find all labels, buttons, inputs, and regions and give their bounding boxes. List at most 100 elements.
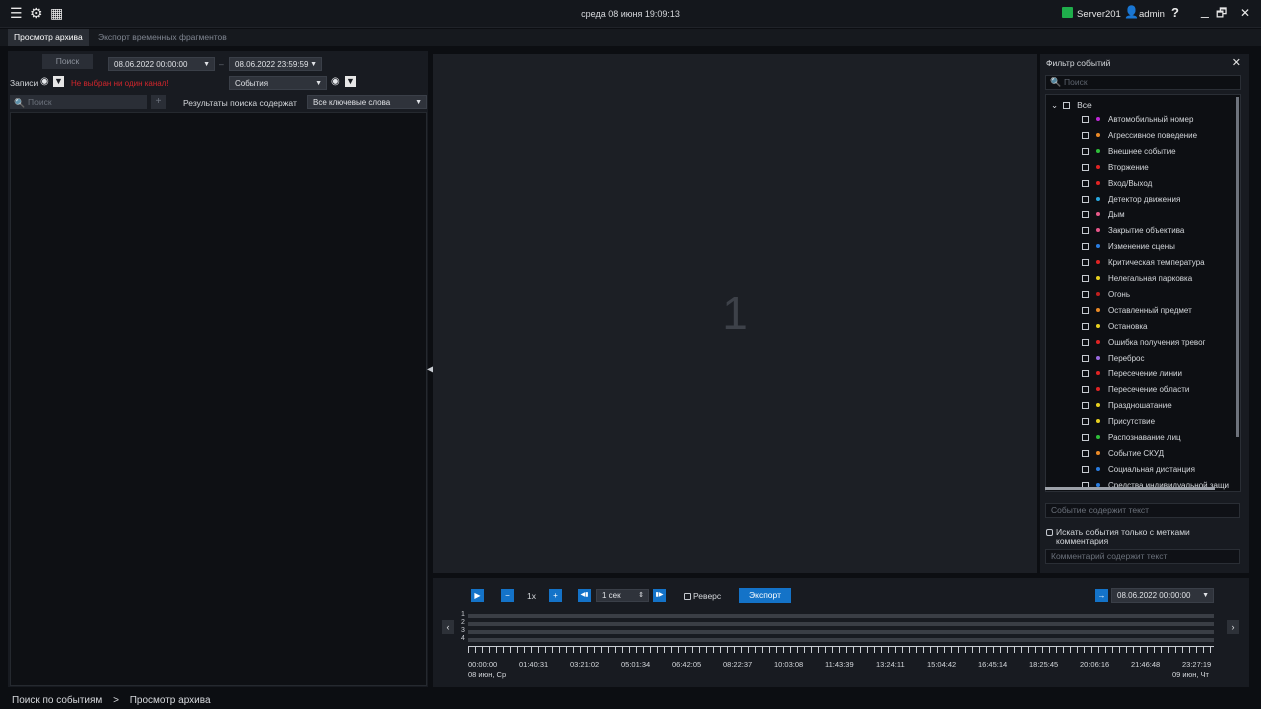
- checkbox-icon[interactable]: [1082, 402, 1089, 410]
- goto-time-button[interactable]: →: [1095, 589, 1108, 602]
- checkbox-icon[interactable]: [1082, 275, 1089, 282]
- filter-icon[interactable]: ▼: [345, 76, 356, 87]
- comment-only-checkbox[interactable]: Искать события только с метками коммента…: [1046, 528, 1226, 546]
- event-type-item[interactable]: Остановка: [1082, 322, 1148, 334]
- event-type-item[interactable]: Автомобильный номер: [1082, 115, 1193, 127]
- checkbox-icon[interactable]: [1082, 434, 1089, 441]
- event-type-item[interactable]: Вторжение: [1082, 163, 1149, 175]
- checkbox-icon[interactable]: [1082, 449, 1089, 457]
- event-type-item[interactable]: Ошибка получения тревог: [1082, 338, 1205, 350]
- tree-hscrollbar[interactable]: [1045, 487, 1215, 490]
- filter-icon[interactable]: ▼: [53, 76, 64, 87]
- timeline-track[interactable]: [468, 630, 1214, 634]
- timeline-track[interactable]: [468, 638, 1214, 642]
- event-type-item[interactable]: Критическая температура: [1082, 258, 1205, 270]
- goto-date-select[interactable]: 08.06.2022 00:00:00 ▼: [1111, 588, 1214, 603]
- user-name[interactable]: admin: [1139, 9, 1165, 20]
- checkbox-icon[interactable]: [1082, 116, 1089, 123]
- video-cell[interactable]: 1: [433, 54, 1037, 573]
- event-type-item[interactable]: Вход/Выход: [1082, 179, 1152, 191]
- event-type-item[interactable]: Огонь: [1082, 290, 1130, 302]
- step-select[interactable]: 1 сек ⇕: [596, 589, 649, 602]
- date-to-select[interactable]: 08.06.2022 23:59:59 ▼: [229, 57, 322, 71]
- event-type-item[interactable]: Социальная дистанция: [1082, 465, 1195, 477]
- event-type-item[interactable]: Изменение сцены: [1082, 242, 1175, 254]
- breadcrumb-root[interactable]: Поиск по событиям: [12, 695, 102, 706]
- speed-decrease-button[interactable]: −: [501, 589, 514, 602]
- event-type-item[interactable]: Пересечение области: [1082, 385, 1189, 397]
- event-type-item[interactable]: Пересечение линии: [1082, 369, 1182, 381]
- search-button[interactable]: Поиск: [42, 54, 93, 69]
- close-icon[interactable]: ✕: [1240, 6, 1250, 20]
- server-name[interactable]: Server201: [1077, 9, 1121, 20]
- checkbox-icon[interactable]: [1082, 195, 1089, 203]
- minimize-icon[interactable]: _: [1201, 3, 1209, 17]
- checkbox-icon[interactable]: [1082, 147, 1089, 155]
- event-type-item[interactable]: Переброс: [1082, 354, 1145, 366]
- checkbox-icon[interactable]: [1082, 259, 1089, 267]
- event-type-item[interactable]: Дым: [1082, 210, 1125, 222]
- event-type-item[interactable]: Агрессивное поведение: [1082, 131, 1197, 143]
- add-keyword-button[interactable]: +: [151, 95, 166, 109]
- checkbox-icon[interactable]: [1082, 354, 1089, 362]
- step-back-button[interactable]: ◀▮: [578, 589, 591, 602]
- event-text-input[interactable]: Событие содержит текст: [1045, 503, 1240, 518]
- checkbox-icon[interactable]: [1082, 211, 1089, 219]
- checkbox-icon[interactable]: [1082, 418, 1089, 426]
- filter-search-input[interactable]: 🔍 Поиск: [1045, 75, 1241, 90]
- step-forward-button[interactable]: ▮▶: [653, 589, 666, 602]
- comment-text-input[interactable]: Комментарий содержит текст: [1045, 549, 1240, 564]
- events-select[interactable]: События ▼: [229, 76, 327, 90]
- timeline-next-button[interactable]: ›: [1227, 620, 1239, 634]
- event-type-item[interactable]: Нелегальная парковка: [1082, 274, 1192, 286]
- checkbox-icon[interactable]: [1082, 179, 1089, 187]
- timeline-track[interactable]: [468, 622, 1214, 626]
- close-icon[interactable]: ✕: [1232, 56, 1241, 69]
- tree-scrollbar[interactable]: [1236, 97, 1239, 437]
- checkbox-icon[interactable]: [684, 593, 691, 600]
- play-button[interactable]: ▶: [471, 589, 484, 602]
- checkbox-icon[interactable]: [1082, 465, 1089, 473]
- checkbox-icon[interactable]: [1082, 163, 1089, 171]
- checkbox-icon[interactable]: [1082, 370, 1089, 378]
- results-list[interactable]: [10, 112, 427, 686]
- checkbox-icon[interactable]: [1046, 529, 1053, 536]
- event-type-item[interactable]: Детектор движения: [1082, 195, 1180, 207]
- eye-icon[interactable]: ◉: [40, 77, 49, 87]
- help-icon[interactable]: ?: [1171, 6, 1179, 20]
- tree-item-all[interactable]: ⌄ Все: [1051, 100, 1092, 111]
- records-search-input[interactable]: 🔍 Поиск: [10, 95, 147, 109]
- timeline-prev-button[interactable]: ‹: [442, 620, 454, 634]
- event-type-item[interactable]: Событие СКУД: [1082, 449, 1164, 461]
- timeline-track[interactable]: [468, 614, 1214, 618]
- tab-export-fragments[interactable]: Экспорт временных фрагментов: [92, 29, 233, 46]
- event-type-item[interactable]: Присутствие: [1082, 417, 1155, 429]
- export-button[interactable]: Экспорт: [739, 588, 791, 603]
- eye-icon[interactable]: ◉: [331, 77, 340, 87]
- checkbox-icon[interactable]: [1082, 386, 1089, 394]
- checkbox-icon[interactable]: [1082, 338, 1089, 346]
- checkbox-icon[interactable]: [1082, 322, 1089, 330]
- reverse-checkbox[interactable]: Реверс: [684, 591, 721, 601]
- checkbox-icon[interactable]: [1082, 131, 1089, 139]
- event-color-dot: [1096, 307, 1100, 312]
- event-type-item[interactable]: Праздношатание: [1082, 401, 1172, 413]
- checkbox-icon[interactable]: [1082, 290, 1089, 298]
- chevron-down-icon[interactable]: ⌄: [1051, 100, 1058, 110]
- checkbox-icon[interactable]: [1082, 243, 1089, 251]
- panel-collapse-handle[interactable]: ◀: [427, 364, 435, 375]
- no-channel-warning: Не выбран ни один канал!: [71, 79, 169, 88]
- keywords-select[interactable]: Все ключевые слова ▼: [307, 95, 427, 109]
- restore-icon[interactable]: 🗗: [1216, 6, 1227, 20]
- event-type-item[interactable]: Оставленный предмет: [1082, 306, 1192, 318]
- tab-archive-view[interactable]: Просмотр архива: [8, 29, 89, 46]
- event-type-item[interactable]: Закрытие объектива: [1082, 226, 1184, 238]
- event-type-item[interactable]: Внешнее событие: [1082, 147, 1176, 159]
- checkbox-icon[interactable]: [1082, 306, 1089, 314]
- checkbox-all[interactable]: [1063, 102, 1071, 109]
- timeline-ruler[interactable]: [468, 646, 1214, 653]
- speed-increase-button[interactable]: +: [549, 589, 562, 602]
- checkbox-icon[interactable]: [1082, 227, 1089, 235]
- date-from-select[interactable]: 08.06.2022 00:00:00 ▼: [108, 57, 215, 71]
- event-type-item[interactable]: Распознавание лиц: [1082, 433, 1181, 445]
